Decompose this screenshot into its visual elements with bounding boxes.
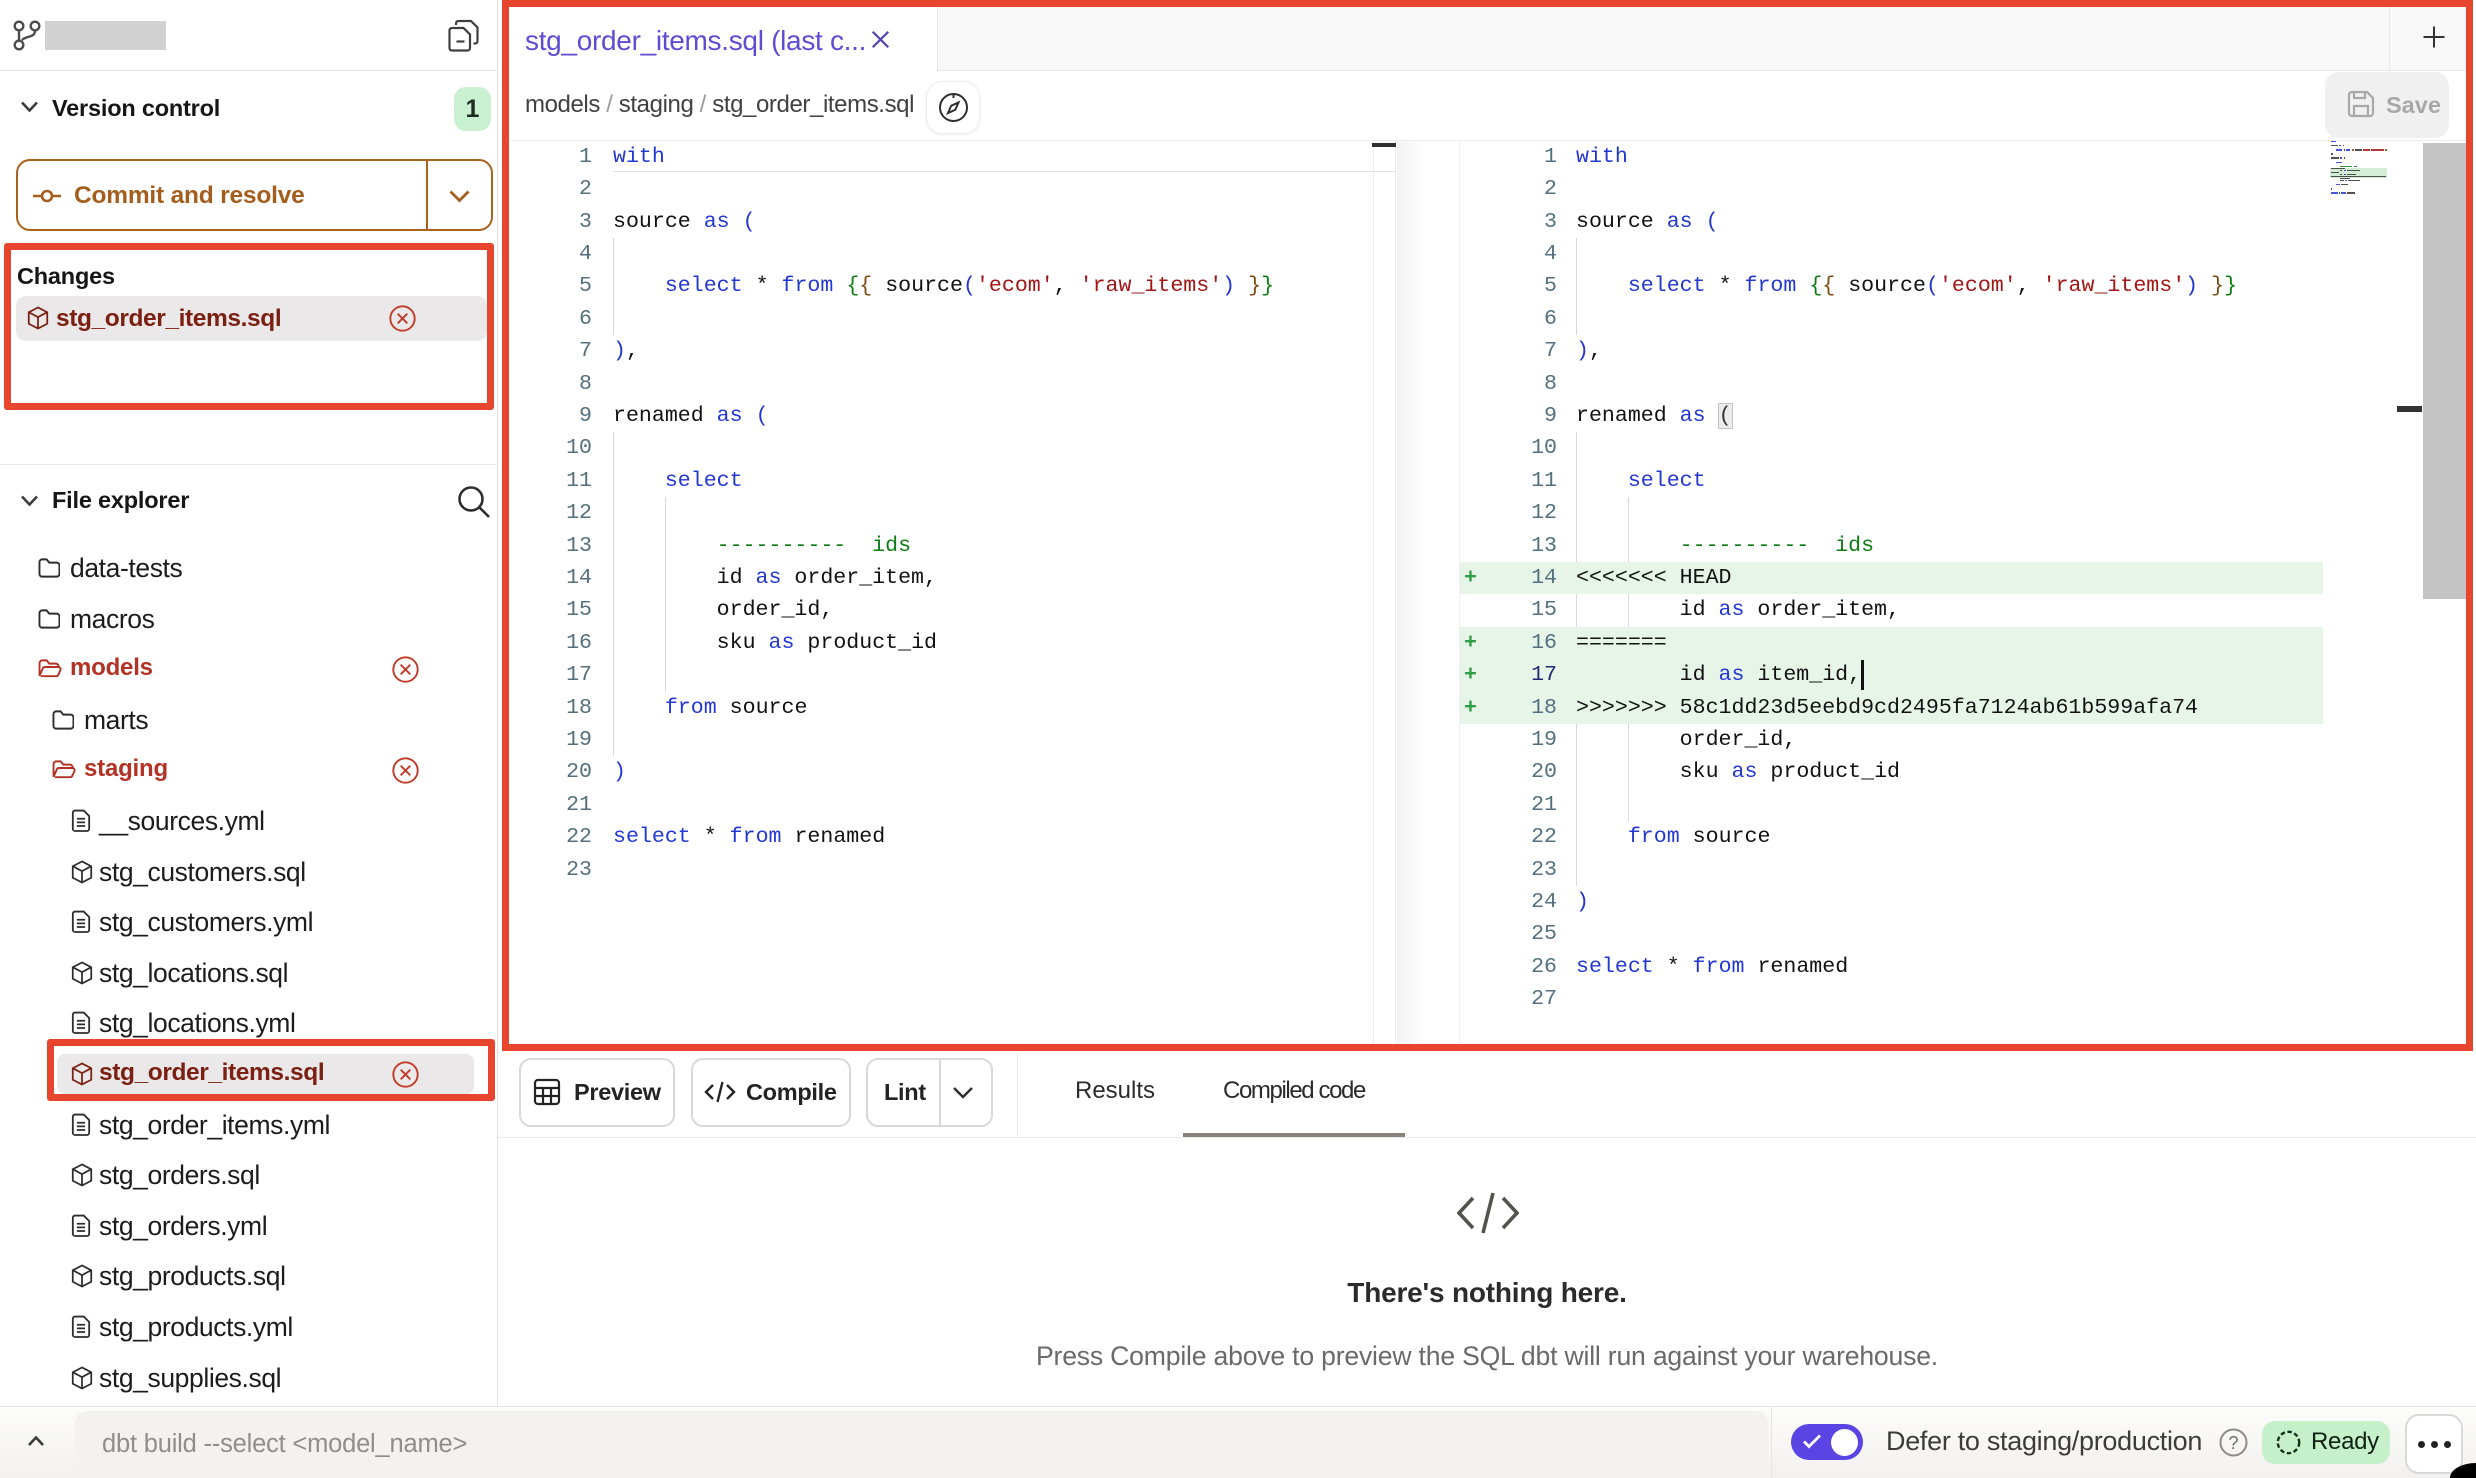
svg-text:?: ?	[2228, 1433, 2238, 1453]
